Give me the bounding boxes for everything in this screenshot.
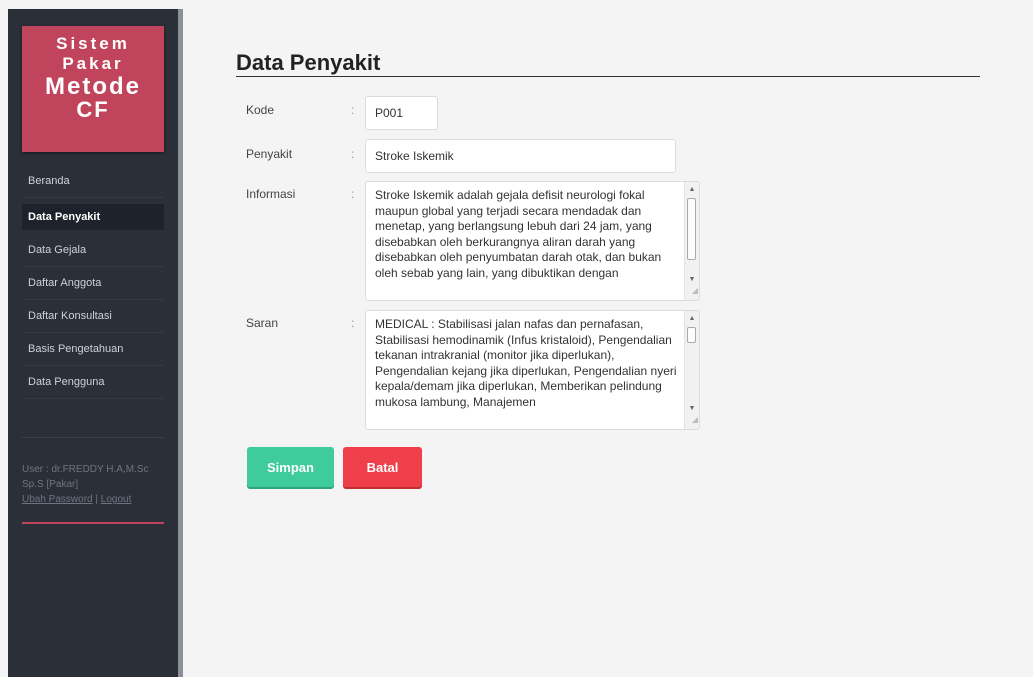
user-role: Sp.S [Pakar]	[22, 479, 79, 490]
penyakit-input[interactable]: Stroke Iskemik	[365, 139, 676, 173]
nav-item-beranda[interactable]: Beranda	[22, 165, 164, 198]
nav-item-daftar-konsultasi[interactable]: Daftar Konsultasi	[22, 300, 164, 333]
saran-label: Saran	[246, 316, 279, 330]
scroll-up-arrow-icon[interactable]: ▲	[685, 184, 699, 196]
user-info: User : dr.FREDDY H.A,M.Sc Sp.S [Pakar] U…	[22, 437, 164, 507]
scroll-thumb[interactable]	[687, 198, 696, 260]
saran-scrollbar[interactable]: ▲ ▼	[684, 311, 699, 429]
resize-grip-icon[interactable]: ◢	[692, 283, 698, 299]
sidebar: Sistem Pakar Metode CF Beranda Data Peny…	[8, 9, 183, 677]
link-separator: |	[95, 494, 98, 505]
sidebar-nav: Beranda Data Penyakit Data Gejala Daftar…	[22, 165, 164, 399]
kode-label: Kode	[246, 103, 275, 117]
informasi-textarea[interactable]: Stroke Iskemik adalah gejala defisit neu…	[365, 181, 700, 301]
penyakit-label: Penyakit	[246, 147, 293, 161]
change-password-link[interactable]: Ubah Password	[22, 494, 93, 505]
user-divider	[22, 522, 164, 524]
penyakit-colon: :	[351, 147, 355, 161]
app-logo: Sistem Pakar Metode CF	[22, 26, 164, 152]
main-content: Data Penyakit Kode : P001 Penyakit : Str…	[188, 0, 1033, 677]
saran-textarea[interactable]: MEDICAL : Stabilisasi jalan nafas dan pe…	[365, 310, 700, 430]
cancel-button[interactable]: Batal	[343, 447, 422, 487]
nav-item-data-gejala[interactable]: Data Gejala	[22, 234, 164, 267]
save-button[interactable]: Simpan	[247, 447, 334, 487]
page-title: Data Penyakit	[236, 50, 381, 75]
nav-item-daftar-anggota[interactable]: Daftar Anggota	[22, 267, 164, 300]
scroll-up-arrow-icon[interactable]: ▲	[685, 313, 699, 325]
nav-item-basis-pengetahuan[interactable]: Basis Pengetahuan	[22, 333, 164, 366]
kode-colon: :	[351, 103, 355, 117]
resize-grip-icon[interactable]: ◢	[692, 412, 698, 428]
user-name: User : dr.FREDDY H.A,M.Sc	[22, 464, 149, 475]
logo-line-4: CF	[76, 97, 110, 122]
nav-item-data-pengguna[interactable]: Data Pengguna	[22, 366, 164, 399]
informasi-label: Informasi	[246, 187, 296, 201]
kode-input[interactable]: P001	[365, 96, 438, 130]
logo-line-2: Pakar	[62, 54, 124, 73]
informasi-text: Stroke Iskemik adalah gejala defisit neu…	[375, 188, 662, 280]
user-links: Ubah Password | Logout	[22, 492, 164, 507]
nav-item-data-penyakit[interactable]: Data Penyakit	[22, 204, 164, 230]
title-divider	[236, 76, 980, 77]
informasi-scrollbar[interactable]: ▲ ▼	[684, 182, 699, 300]
saran-colon: :	[351, 316, 355, 330]
saran-text: MEDICAL : Stabilisasi jalan nafas dan pe…	[375, 317, 677, 409]
logout-link[interactable]: Logout	[101, 494, 132, 505]
scroll-thumb[interactable]	[687, 327, 696, 343]
informasi-colon: :	[351, 187, 355, 201]
logo-line-1: Sistem	[56, 34, 130, 53]
